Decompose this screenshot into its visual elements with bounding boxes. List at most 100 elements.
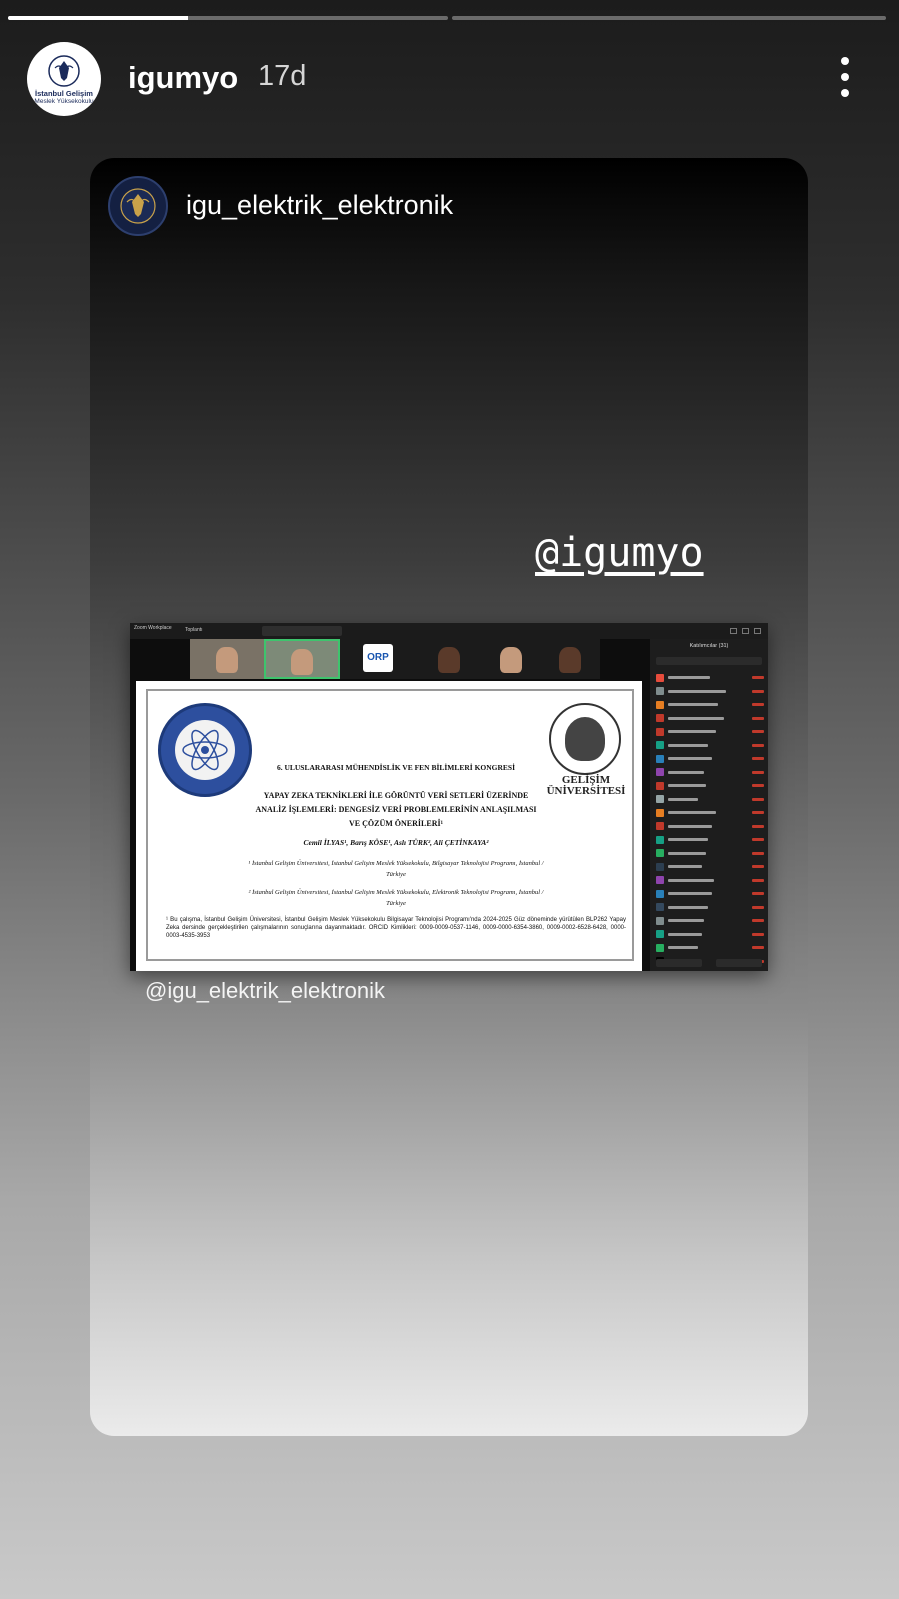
participant-avatar: [656, 862, 664, 871]
participant-tile-active: [264, 639, 340, 679]
participant-tile: [416, 639, 482, 679]
participant-name-placeholder: [668, 770, 704, 774]
participant-row: [656, 928, 764, 942]
participants-list: [656, 671, 764, 971]
participant-name-placeholder: [668, 838, 708, 842]
participant-avatar: [656, 714, 664, 723]
muted-mic-icon: [752, 919, 764, 923]
participant-row: [656, 793, 764, 807]
shared-post-username[interactable]: igu_elektrik_elektronik: [186, 190, 453, 221]
muted-mic-icon: [752, 676, 764, 680]
participant-row: [656, 725, 764, 739]
meeting-title-bar: [262, 626, 342, 636]
shared-post-card[interactable]: igu_elektrik_elektronik @igumyo Zoom Wor…: [90, 158, 808, 1436]
muted-mic-icon: [752, 689, 764, 693]
participant-tile: [190, 639, 264, 679]
participant-row: [656, 941, 764, 955]
muted-mic-icon: [752, 811, 764, 815]
participant-row: [656, 698, 764, 712]
meeting-tab-label: Toplantı: [185, 627, 203, 633]
meeting-topbar: Zoom Workplace Toplantı: [130, 623, 768, 639]
participant-face: [291, 649, 313, 675]
muted-mic-icon: [752, 838, 764, 842]
university-name: GELİŞİM ÜNİVERSİTESİ: [546, 774, 626, 797]
participant-row: [656, 914, 764, 928]
participant-avatar: [656, 727, 664, 736]
participant-avatar: [656, 903, 664, 912]
muted-mic-icon: [752, 892, 764, 896]
participant-avatar: [656, 808, 664, 817]
participant-name-placeholder: [668, 824, 712, 828]
invite-button: [656, 959, 702, 967]
participant-name-placeholder: [668, 892, 712, 896]
participant-row: [656, 968, 764, 971]
participant-name-placeholder: [668, 797, 698, 801]
participant-name-placeholder: [668, 905, 708, 909]
participant-name-placeholder: [668, 946, 698, 950]
participant-row: [656, 901, 764, 915]
participant-name-placeholder: [668, 811, 716, 815]
participant-tile: [482, 639, 540, 679]
mute-all-button: [716, 959, 762, 967]
participant-name-placeholder: [668, 743, 708, 747]
shared-post-avatar[interactable]: [108, 176, 168, 236]
muted-mic-icon: [752, 905, 764, 909]
slide-title: YAPAY ZEKA TEKNİKLERİ İLE GÖRÜNTÜ VERİ S…: [255, 791, 537, 828]
congress-logo-icon: [158, 703, 252, 797]
participant-tile: ORP: [340, 639, 416, 679]
participant-row: [656, 779, 764, 793]
participant-face: [216, 647, 238, 673]
participant-row: [656, 847, 764, 861]
participant-row: [656, 806, 764, 820]
muted-mic-icon: [752, 730, 764, 734]
participant-name-placeholder: [668, 689, 726, 693]
atom-icon: [182, 729, 228, 771]
story-progress-fill-1: [8, 16, 189, 20]
muted-mic-icon: [752, 865, 764, 869]
muted-mic-icon: [752, 824, 764, 828]
muted-mic-icon: [752, 784, 764, 788]
participant-avatar: [656, 930, 664, 939]
participant-avatar: [656, 835, 664, 844]
participant-avatar: [656, 943, 664, 952]
participant-row: [656, 766, 764, 780]
muted-mic-icon: [752, 743, 764, 747]
close-icon: [754, 628, 761, 634]
participant-avatar: [656, 889, 664, 898]
presentation-slide: GELİŞİM ÜNİVERSİTESİ 6. ULUSLARARASI MÜH…: [136, 681, 642, 971]
participants-panel-footer: [656, 959, 762, 967]
avatar-text-line2: Meslek Yüksekokulu: [34, 97, 94, 105]
slide-footnote: ¹ Bu çalışma, İstanbul Gelişim Üniversit…: [166, 917, 626, 939]
story-progress-segment-1: [8, 16, 448, 20]
slide-congress-name: 6. ULUSLARARASI MÜHENDİSLİK VE FEN BİLİM…: [276, 763, 516, 772]
participant-avatar: [656, 781, 664, 790]
muted-mic-icon: [752, 878, 764, 882]
university-seal-icon: [549, 703, 621, 775]
more-vertical-icon[interactable]: [830, 55, 860, 99]
participant-row: [656, 887, 764, 901]
participant-face: [438, 647, 460, 673]
participant-avatar: [656, 754, 664, 763]
participant-avatar: [656, 673, 664, 682]
participant-name-placeholder: [668, 865, 702, 869]
meeting-app-name: Zoom Workplace: [134, 625, 172, 631]
university-emblem-icon: [120, 188, 156, 224]
author-username[interactable]: igumyo: [128, 60, 238, 96]
participant-row: [656, 671, 764, 685]
participant-tile-label: ORP: [363, 644, 393, 672]
muted-mic-icon: [752, 770, 764, 774]
participant-face: [559, 647, 581, 673]
story-age: 17d: [258, 60, 307, 92]
participant-name-placeholder: [668, 878, 714, 882]
university-seal-center: [565, 717, 605, 761]
participants-panel: Katılımcılar (31): [650, 639, 768, 971]
mention-sticker[interactable]: @igumyo: [535, 530, 704, 576]
muted-mic-icon: [752, 932, 764, 936]
muted-mic-icon: [752, 851, 764, 855]
participant-avatar: [656, 822, 664, 831]
muted-mic-icon: [752, 946, 764, 950]
muted-mic-icon: [752, 703, 764, 707]
participant-name-placeholder: [668, 851, 706, 855]
avatar-text-line1: İstanbul Gelişim: [35, 88, 93, 98]
author-avatar[interactable]: İstanbul Gelişim Meslek Yüksekokulu: [27, 42, 101, 116]
